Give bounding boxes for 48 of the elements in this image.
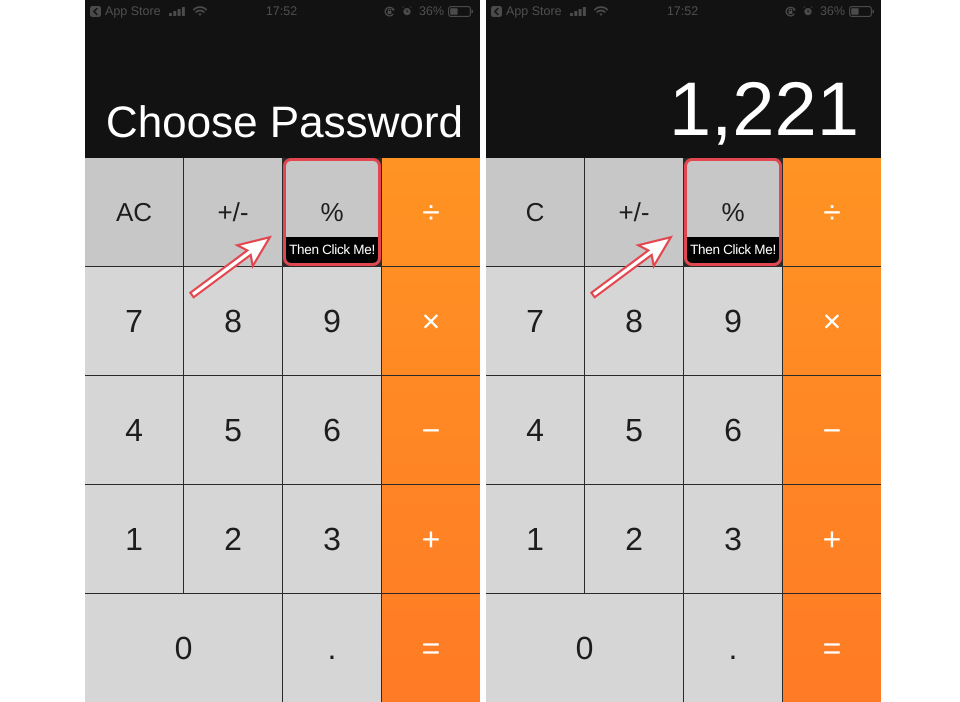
rotation-lock-icon [784, 6, 796, 16]
back-icon [90, 6, 101, 16]
battery-percent: 36% [820, 4, 845, 18]
function-key[interactable]: +/- [184, 158, 282, 266]
function-key[interactable]: AC [85, 158, 183, 266]
wifi-icon [192, 6, 207, 16]
digit-key[interactable]: 0 [85, 594, 282, 702]
digit-key[interactable]: 3 [283, 485, 381, 593]
digit-key[interactable]: . [684, 594, 782, 702]
digit-key[interactable]: 0 [486, 594, 683, 702]
digit-key[interactable]: 7 [486, 267, 584, 375]
status-time: 17:52 [266, 4, 298, 18]
digit-key[interactable]: 6 [684, 376, 782, 484]
digit-key[interactable]: 5 [585, 376, 683, 484]
callout-label: Then Click Me! [286, 237, 378, 263]
digit-key[interactable]: 3 [684, 485, 782, 593]
function-key[interactable]: % Then Click Me! [684, 158, 782, 266]
signal-icon [570, 6, 586, 16]
battery-icon [448, 6, 473, 16]
wifi-icon [594, 6, 608, 16]
digit-key[interactable]: 9 [684, 267, 782, 375]
status-time: 17:52 [666, 4, 698, 18]
digit-key[interactable]: 2 [585, 485, 683, 593]
digit-key[interactable]: 8 [184, 267, 282, 375]
battery-icon [849, 6, 874, 16]
rotation-lock-icon [384, 6, 395, 16]
digit-key[interactable]: 2 [184, 485, 282, 593]
digit-key[interactable]: 9 [283, 267, 381, 375]
alarm-icon [402, 6, 412, 16]
digit-key[interactable]: 6 [283, 376, 381, 484]
function-key[interactable]: % Then Click Me! [283, 158, 381, 266]
digit-key[interactable]: 1 [85, 485, 183, 593]
digit-key[interactable]: 1 [486, 485, 584, 593]
digit-key[interactable]: 4 [486, 376, 584, 484]
digit-key[interactable]: . [283, 594, 381, 702]
digit-key[interactable]: 4 [85, 376, 183, 484]
function-key[interactable]: +/- [585, 158, 683, 266]
function-key[interactable]: C [486, 158, 584, 266]
display-prompt: Choose Password [106, 101, 464, 149]
digit-key[interactable]: 7 [85, 267, 183, 375]
callout-label: Then Click Me! [687, 237, 779, 263]
back-icon [491, 6, 502, 16]
display-value: 1,221 [668, 72, 860, 154]
digit-key[interactable]: 8 [585, 267, 683, 375]
digit-key[interactable]: 5 [184, 376, 282, 484]
battery-percent: 36% [418, 4, 444, 18]
alarm-icon [802, 6, 813, 16]
signal-icon [168, 6, 185, 16]
